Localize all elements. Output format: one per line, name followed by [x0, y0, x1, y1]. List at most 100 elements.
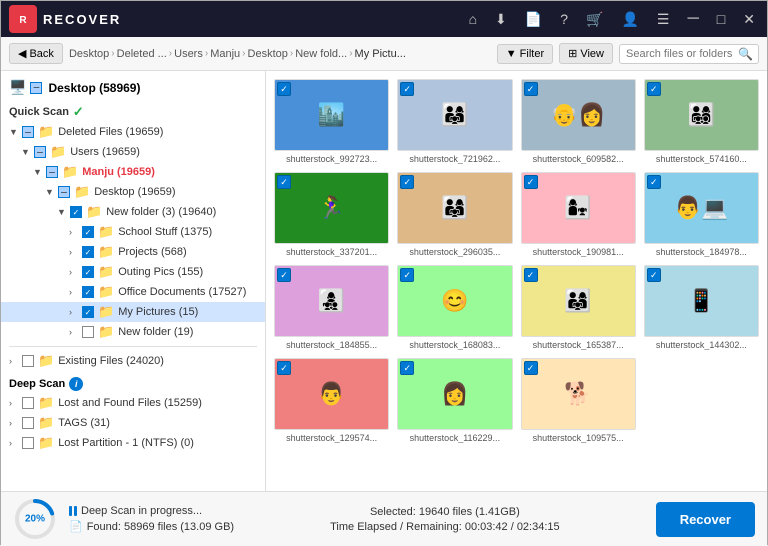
breadcrumb-item-users[interactable]: Users [174, 48, 203, 60]
breadcrumb-item-desktop2[interactable]: Desktop [248, 48, 288, 60]
thumb-checkbox[interactable]: ✓ [277, 175, 291, 189]
arrow-icon: ▼ [21, 147, 31, 157]
thumbnail-item[interactable]: 👨‍👩‍👧 ✓ shutterstock_165387... [521, 265, 636, 350]
tree-item-existing-files[interactable]: › 📁 Existing Files (24020) [1, 351, 265, 371]
close-icon[interactable]: ✕ [739, 9, 759, 30]
cb-lost-found[interactable] [22, 397, 34, 409]
cb-new-folder[interactable] [82, 326, 94, 338]
cb-projects[interactable]: ✓ [82, 246, 94, 258]
cb-deleted[interactable]: ─ [22, 126, 34, 138]
thumb-checkbox[interactable]: ✓ [400, 361, 414, 375]
breadcrumb-item-desktop[interactable]: Desktop [69, 48, 109, 60]
cb-new-folder3[interactable]: ✓ [70, 206, 82, 218]
breadcrumb-item-manju[interactable]: Manju [210, 48, 240, 60]
sidebar-root-checkbox[interactable]: ─ [30, 82, 42, 94]
download-icon[interactable]: ⬇ [491, 9, 511, 30]
filter-button[interactable]: ▼ Filter [497, 44, 553, 64]
home-icon[interactable]: ⌂ [465, 9, 481, 29]
folder-icon: 📁 [98, 304, 114, 320]
cb-users[interactable]: ─ [34, 146, 46, 158]
thumbnail-item[interactable]: 👩‍👧 ✓ shutterstock_190981... [521, 172, 636, 257]
thumb-checkbox[interactable]: ✓ [277, 361, 291, 375]
thumbnail-item[interactable]: 👩‍👧‍👦 ✓ shutterstock_184855... [274, 265, 389, 350]
thumb-label: shutterstock_992723... [274, 154, 389, 164]
title-bar: R RECOVER ⌂ ⬇ 📄 ? 🛒 👤 ☰ ─ □ ✕ [1, 1, 767, 37]
cb-outing[interactable]: ✓ [82, 266, 94, 278]
thumb-wrapper: 👩 ✓ [397, 358, 512, 430]
thumb-checkbox[interactable]: ✓ [400, 82, 414, 96]
thumbnail-item[interactable]: 👴👩 ✓ shutterstock_609582... [521, 79, 636, 164]
thumbnail-item[interactable]: 🐕 ✓ shutterstock_109575... [521, 358, 636, 443]
quick-scan-checkmark: ✓ [73, 104, 84, 120]
cart-icon[interactable]: 🛒 [582, 9, 607, 30]
thumbnail-item[interactable]: 👨💻 ✓ shutterstock_184978... [644, 172, 759, 257]
tree-item-manju[interactable]: ▼ ─ 📁 Manju (19659) [1, 162, 265, 182]
maximize-icon[interactable]: □ [713, 9, 729, 29]
tree-item-tags[interactable]: › 📁 TAGS (31) [1, 413, 265, 433]
thumbnail-item[interactable]: 😊 ✓ shutterstock_168083... [397, 265, 512, 350]
tree-item-lost-partition[interactable]: › 📁 Lost Partition - 1 (NTFS) (0) [1, 433, 265, 453]
cb-office[interactable]: ✓ [82, 286, 94, 298]
deep-scan-section: Deep Scan i [1, 371, 265, 393]
thumbnail-item[interactable]: 👩 ✓ shutterstock_116229... [397, 358, 512, 443]
app-title: RECOVER [43, 12, 465, 27]
thumb-label: shutterstock_116229... [397, 433, 512, 443]
tree-item-desktop[interactable]: ▼ ─ 📁 Desktop (19659) [1, 182, 265, 202]
tree-item-new-folder[interactable]: › 📁 New folder (19) [1, 322, 265, 342]
thumb-checkbox[interactable]: ✓ [524, 268, 538, 282]
pause-icon[interactable] [69, 506, 77, 516]
menu-icon[interactable]: ☰ [653, 9, 674, 30]
thumb-checkbox[interactable]: ✓ [524, 175, 538, 189]
thumbnail-item[interactable]: 👨 ✓ shutterstock_129574... [274, 358, 389, 443]
cb-existing[interactable] [22, 355, 34, 367]
recover-button[interactable]: Recover [656, 502, 755, 537]
projects-label: Projects (568) [118, 246, 186, 258]
breadcrumb-item-deleted[interactable]: Deleted ... [117, 48, 167, 60]
thumb-checkbox[interactable]: ✓ [647, 82, 661, 96]
cb-school[interactable]: ✓ [82, 226, 94, 238]
thumb-wrapper: 👨‍👩‍👧 ✓ [521, 265, 636, 337]
thumbnail-item[interactable]: 👨‍👩‍👧 ✓ shutterstock_721962... [397, 79, 512, 164]
tree-item-new-folder3[interactable]: ▼ ✓ 📁 New folder (3) (19640) [1, 202, 265, 222]
file-icon[interactable]: 📄 [521, 9, 546, 30]
help-icon[interactable]: ? [556, 9, 572, 29]
tree-item-office-docs[interactable]: › ✓ 📁 Office Documents (17527) [1, 282, 265, 302]
tree-item-projects[interactable]: › ✓ 📁 Projects (568) [1, 242, 265, 262]
cb-manju[interactable]: ─ [46, 166, 58, 178]
thumb-checkbox[interactable]: ✓ [647, 268, 661, 282]
back-button[interactable]: ◀ Back [9, 43, 63, 64]
view-button[interactable]: ⊞ View [559, 43, 613, 64]
tree-item-lost-found[interactable]: › 📁 Lost and Found Files (15259) [1, 393, 265, 413]
user-icon[interactable]: 👤 [617, 9, 642, 30]
cb-lost-partition[interactable] [22, 437, 34, 449]
thumb-checkbox[interactable]: ✓ [400, 175, 414, 189]
tree-item-users[interactable]: ▼ ─ 📁 Users (19659) [1, 142, 265, 162]
thumbnail-item[interactable]: 🏙️ ✓ shutterstock_992723... [274, 79, 389, 164]
cb-my-pictures[interactable]: ✓ [82, 306, 94, 318]
thumbnail-item[interactable]: 👨‍👩‍👧‍👦 ✓ shutterstock_574160... [644, 79, 759, 164]
thumb-checkbox[interactable]: ✓ [524, 361, 538, 375]
thumb-checkbox[interactable]: ✓ [277, 82, 291, 96]
tree-item-deleted-files[interactable]: ▼ ─ 📁 Deleted Files (19659) [1, 122, 265, 142]
tree-item-my-pictures[interactable]: › ✓ 📁 My Pictures (15) [1, 302, 265, 322]
thumb-checkbox[interactable]: ✓ [647, 175, 661, 189]
tags-label: TAGS (31) [58, 417, 110, 429]
thumbnail-item[interactable]: 🏃‍♀️ ✓ shutterstock_337201... [274, 172, 389, 257]
tree-item-school-stuff[interactable]: › ✓ 📁 School Stuff (1375) [1, 222, 265, 242]
minimize-icon[interactable]: ─ [683, 8, 702, 30]
thumb-label: shutterstock_609582... [521, 154, 636, 164]
breadcrumb-item-newfold[interactable]: New fold... [295, 48, 347, 60]
view-icon: ⊞ [568, 47, 577, 60]
thumbnail-item[interactable]: 👨‍👩‍👧 ✓ shutterstock_296035... [397, 172, 512, 257]
thumb-image: 👨‍👩‍👧 [397, 79, 512, 151]
cb-desktop[interactable]: ─ [58, 186, 70, 198]
quick-scan-label: Quick Scan [9, 106, 69, 118]
tree-item-outing-pics[interactable]: › ✓ 📁 Outing Pics (155) [1, 262, 265, 282]
thumb-checkbox[interactable]: ✓ [400, 268, 414, 282]
progress-text: 20% [25, 514, 45, 525]
cb-tags[interactable] [22, 417, 34, 429]
thumb-image: 🏃‍♀️ [274, 172, 389, 244]
thumb-checkbox[interactable]: ✓ [524, 82, 538, 96]
thumb-checkbox[interactable]: ✓ [277, 268, 291, 282]
thumbnail-item[interactable]: 📱 ✓ shutterstock_144302... [644, 265, 759, 350]
